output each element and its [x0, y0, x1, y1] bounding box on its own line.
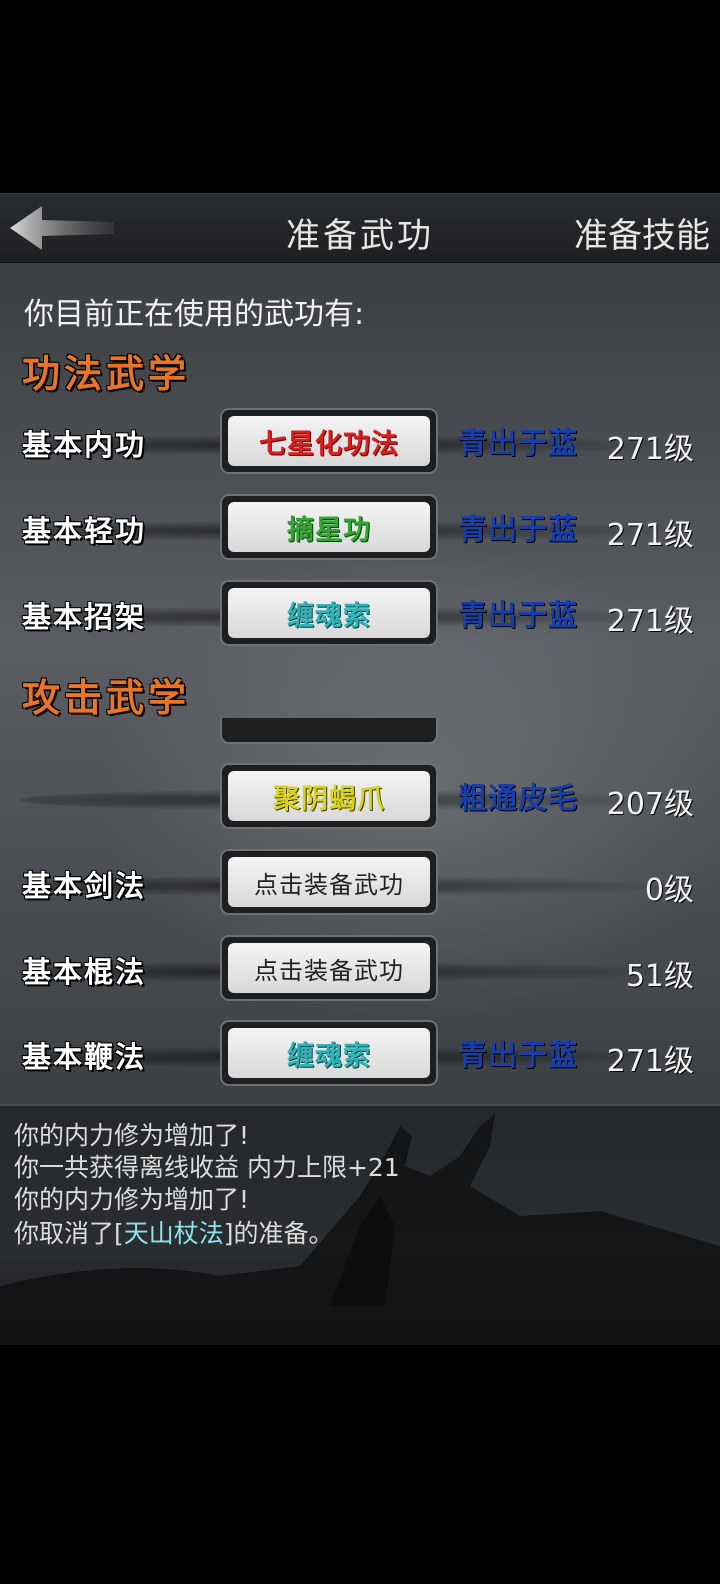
message-log: 你的内力修为增加了! 你一共获得离线收益 内力上限+21 你的内力修为增加了! … — [0, 1104, 720, 1346]
level-text: 51级 — [625, 959, 694, 994]
skill-name: 缠魂索 — [228, 1028, 430, 1078]
equip-skill-prompt: 点击装备武功 — [228, 943, 430, 993]
section-title-internal: 功法武学 — [22, 351, 191, 396]
skill-row: 基本鞭法 缠魂索 青出于蓝 271级 — [0, 1020, 720, 1090]
equip-skill-prompt: 点击装备武功 — [228, 857, 430, 907]
rank-text: 青出于蓝 — [458, 426, 579, 460]
log-line: 你的内力修为增加了! — [14, 1185, 250, 1214]
level-text: 271级 — [606, 604, 694, 639]
section-title-attack: 攻击武学 — [22, 675, 191, 720]
skill-row: 基本棍法 点击装备武功 51级 — [0, 935, 720, 1005]
row-label: 基本鞭法 — [22, 1040, 147, 1074]
skill-name: 缠魂索 — [228, 588, 430, 638]
log-line: 你的内力修为增加了! — [14, 1121, 250, 1150]
log-text: ]的准备。 — [223, 1219, 334, 1248]
intro-text: 你目前正在使用的武功有: — [24, 297, 365, 332]
skill-name: 聚阴蝎爪 — [228, 771, 430, 821]
row-label: 基本棍法 — [22, 955, 147, 989]
log-text: 你取消了[ — [14, 1219, 124, 1248]
skill-row: 基本轻功 摘星功 青出于蓝 271级 — [0, 494, 720, 564]
prepare-skills-link[interactable]: 准备技能 — [574, 208, 710, 257]
skill-row: 基本剑法 点击装备武功 0级 — [0, 849, 720, 919]
log-line: 你取消了[天山杖法]的准备。 — [14, 1214, 334, 1250]
rank-text: 青出于蓝 — [458, 512, 579, 546]
level-text: 0级 — [644, 873, 694, 908]
level-text: 207级 — [606, 787, 694, 822]
skill-slot-button[interactable]: 聚阴蝎爪 — [220, 763, 438, 829]
skill-slot-button[interactable]: 摘星功 — [220, 494, 438, 560]
header-bar: 准备武功 准备技能 — [0, 193, 720, 264]
skill-row: 聚阴蝎爪 粗通皮毛 207级 — [0, 763, 720, 833]
skill-name: 七星化功法 — [228, 416, 430, 466]
level-text: 271级 — [606, 432, 694, 467]
rank-text: 青出于蓝 — [458, 1038, 579, 1072]
skill-link[interactable]: 天山杖法 — [124, 1219, 224, 1248]
skill-slot-button[interactable]: 七星化功法 — [220, 408, 438, 474]
log-line: 你一共获得离线收益 内力上限+21 — [14, 1153, 400, 1182]
skill-slot-button[interactable]: 缠魂索 — [220, 1020, 438, 1086]
row-label: 基本招架 — [22, 600, 147, 634]
rank-text: 粗通皮毛 — [458, 781, 579, 815]
row-label: 基本剑法 — [22, 869, 147, 903]
skill-name: 摘星功 — [228, 502, 430, 552]
skill-row: 基本内功 七星化功法 青出于蓝 271级 — [0, 408, 720, 478]
row-label: 基本轻功 — [22, 514, 147, 548]
skill-slot-button[interactable]: 点击装备武功 — [220, 935, 438, 1001]
skill-row: 基本招架 缠魂索 青出于蓝 271级 — [0, 580, 720, 650]
status-bar-area — [0, 0, 720, 193]
bottom-area — [0, 1345, 720, 1584]
skill-slot-button[interactable]: 点击装备武功 — [220, 849, 438, 915]
rank-text: 青出于蓝 — [458, 598, 579, 632]
level-text: 271级 — [606, 1044, 694, 1079]
level-text: 271级 — [606, 518, 694, 553]
skill-slot-button[interactable]: 缠魂索 — [220, 580, 438, 646]
row-label: 基本内功 — [22, 428, 147, 462]
skill-slot-button[interactable] — [220, 718, 438, 744]
martial-arts-panel: 你目前正在使用的武功有: 功法武学 基本内功 七星化功法 青出于蓝 271级 基… — [0, 263, 720, 1113]
